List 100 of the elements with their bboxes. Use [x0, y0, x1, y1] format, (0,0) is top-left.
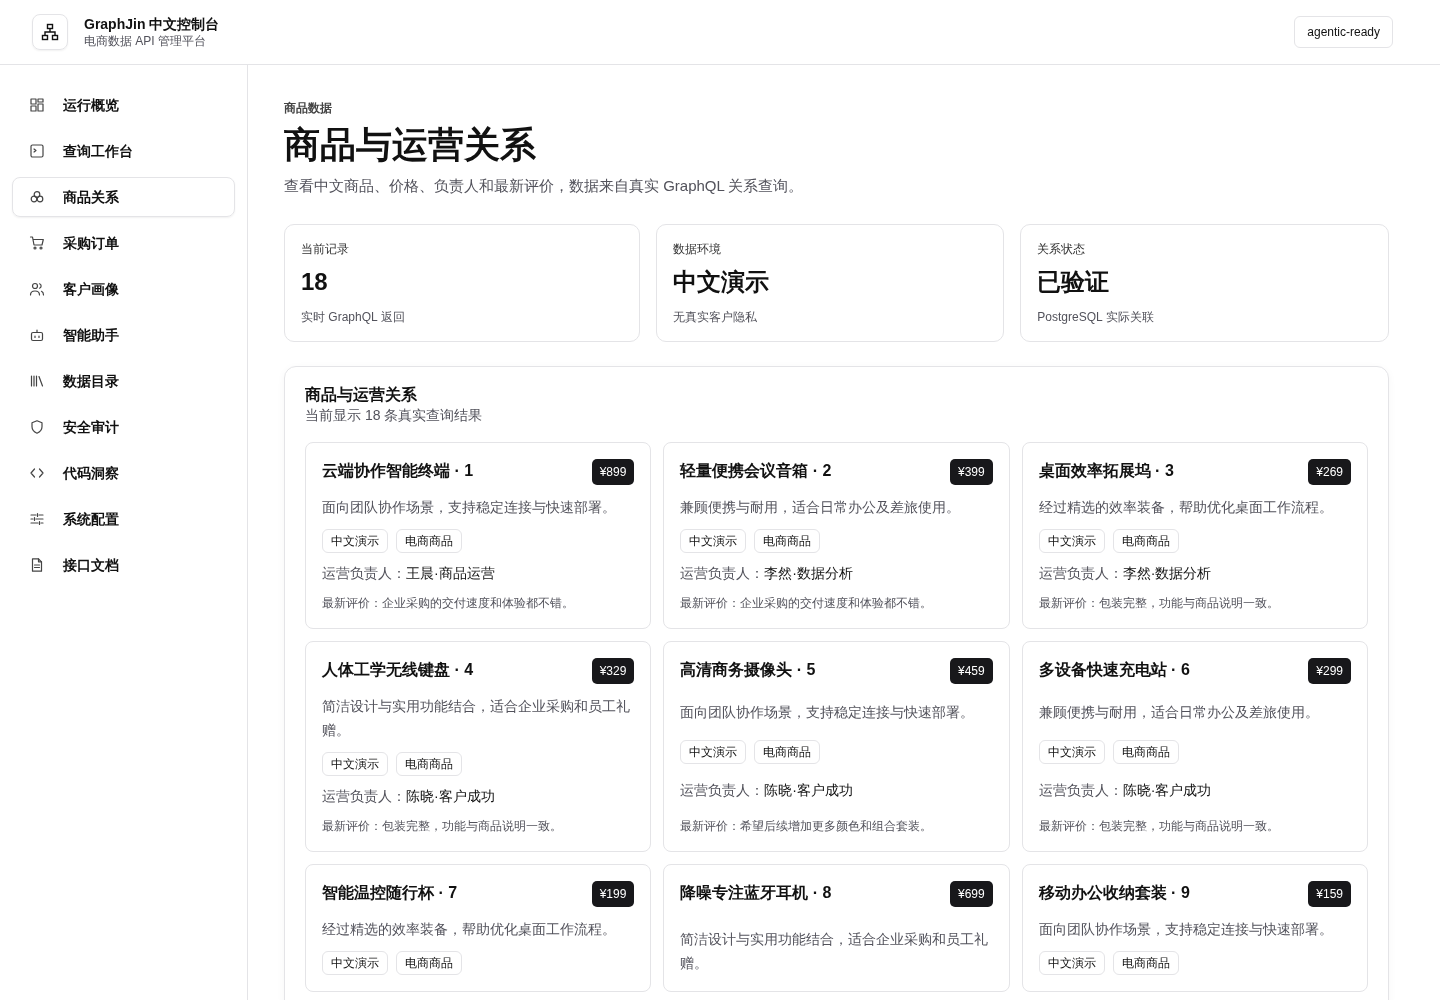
tag: 中文演示 [680, 528, 747, 553]
product-description: 兼顾便携与耐用，适合日常办公及差旅使用。 [1038, 702, 1320, 722]
tag: 电商商品 [396, 528, 462, 553]
product-name: 轻量便携会议音箱 · 2 [680, 460, 832, 481]
library-icon [29, 373, 45, 389]
product-name: 桌面效率拓展坞 · 3 [1038, 460, 1174, 481]
price-tag: ¥699 [949, 880, 993, 907]
shield-icon [29, 419, 45, 435]
panel-subtitle: 当前显示 18 条真实查询结果 [305, 405, 484, 425]
price-tag: ¥299 [1308, 657, 1351, 684]
page-title: 商品与运营关系 [284, 123, 537, 167]
page-description: 查看中文商品、价格、负责人和最新评价，数据来自真实 GraphQL 关系查询。 [284, 176, 805, 196]
owner-name: 陈晓·客户成功 [406, 787, 495, 804]
price-tag: ¥269 [1308, 458, 1351, 485]
owner-label: 运营负责人： [322, 787, 406, 804]
owner-label: 运营负责人： [1038, 781, 1123, 798]
review-text: 最新评价：包装完整，功能与商品说明一致。 [1038, 817, 1280, 835]
review-text: 最新评价：包装完整，功能与商品说明一致。 [1038, 594, 1280, 612]
price-tag: ¥329 [591, 657, 635, 684]
stat-note: 无真实客户隐私 [672, 308, 758, 326]
sidebar-item[interactable]: 智能助手 [12, 315, 235, 355]
eyebrow-text: 商品数据 [284, 100, 333, 117]
app-subtitle: 电商数据 API 管理平台 [84, 33, 207, 49]
sidebar-item[interactable]: 安全审计 [12, 407, 235, 447]
product-description: 面向团队协作场景，支持稳定连接与快速部署。 [1038, 919, 1334, 939]
price-tag: ¥399 [949, 458, 993, 485]
owner-name: 李然·数据分析 [764, 564, 853, 581]
tag: 电商商品 [1112, 950, 1179, 975]
review-text: 最新评价：企业采购的交付速度和体验都不错。 [322, 594, 575, 612]
owner-name: 陈晓·客户成功 [764, 781, 853, 798]
review-text: 最新评价：包装完整，功能与商品说明一致。 [322, 817, 563, 835]
logo-icon [32, 14, 68, 50]
stat-label: 关系状态 [1037, 240, 1087, 258]
tag: 中文演示 [1038, 950, 1105, 975]
product-name: 降噪专注蓝牙耳机 · 8 [680, 882, 832, 903]
document-icon [29, 557, 45, 573]
sidebar-item[interactable]: 查询工作台 [12, 131, 235, 171]
owner-name: 李然·数据分析 [1122, 564, 1212, 581]
status-tag: agentic-ready [1294, 16, 1393, 48]
sidebar-item[interactable]: 商品关系 [12, 177, 235, 217]
sidebar-item[interactable]: 数据目录 [12, 361, 235, 401]
sidebar-item[interactable]: 运行概览 [12, 85, 235, 125]
tag: 中文演示 [1038, 739, 1105, 764]
sidebar-item[interactable]: 客户画像 [12, 269, 235, 309]
product-name: 智能温控随行杯 · 7 [322, 882, 458, 903]
stat-value: 18 [301, 266, 329, 297]
review-text: 最新评价：企业采购的交付速度和体验都不错。 [680, 594, 934, 612]
stat-label: 当前记录 [301, 240, 350, 258]
cart-icon [29, 235, 45, 251]
sliders-icon [29, 511, 45, 527]
panel-title: 商品与运营关系 [305, 384, 418, 405]
sidebar-item[interactable]: 接口文档 [12, 545, 235, 585]
product-description: 面向团队协作场景，支持稳定连接与快速部署。 [680, 702, 976, 722]
sidebar-item[interactable]: 代码洞察 [12, 453, 235, 493]
users-icon [29, 281, 45, 297]
product-name: 移动办公收纳套装 · 9 [1038, 882, 1190, 903]
tag: 中文演示 [680, 739, 747, 764]
tag: 电商商品 [1112, 528, 1179, 553]
grid-icon [29, 97, 45, 113]
owner-name: 王晨·商品运营 [406, 564, 495, 581]
product-name: 云端协作智能终端 · 1 [322, 460, 474, 481]
robot-icon [29, 327, 45, 343]
price-tag: ¥199 [591, 880, 635, 907]
sidebar-item[interactable]: 采购订单 [12, 223, 235, 263]
price-tag: ¥459 [949, 657, 993, 684]
product-name: 高清商务摄像头 · 5 [680, 659, 816, 680]
app-title: GraphJin 中文控制台 [84, 15, 220, 33]
product-description: 兼顾便携与耐用，适合日常办公及差旅使用。 [680, 497, 962, 517]
owner-label: 运营负责人： [680, 781, 765, 798]
owner-label: 运营负责人： [322, 564, 406, 581]
stat-note: 实时 GraphQL 返回 [301, 308, 406, 326]
tag: 电商商品 [396, 751, 462, 776]
product-name: 人体工学无线键盘 · 4 [322, 659, 474, 680]
tag: 中文演示 [1038, 528, 1105, 553]
terminal-icon [29, 143, 45, 159]
stat-value: 中文演示 [672, 266, 770, 297]
product-description: 经过精选的效率装备，帮助优化桌面工作流程。 [1038, 497, 1334, 517]
product-description: 简洁设计与实用功能结合，适合企业采购和员工礼赠。 [322, 696, 631, 740]
circles-icon [29, 189, 45, 205]
price-tag: ¥899 [591, 458, 635, 485]
stat-label: 数据环境 [672, 240, 722, 258]
tag: 电商商品 [754, 739, 821, 764]
price-tag: ¥159 [1308, 880, 1351, 907]
stat-note: PostgreSQL 实际关联 [1037, 308, 1155, 326]
tag: 中文演示 [322, 528, 388, 553]
code-icon [29, 465, 45, 481]
product-description: 简洁设计与实用功能结合，适合企业采购和员工礼赠。 [680, 929, 990, 973]
tag: 电商商品 [1112, 739, 1179, 764]
product-description: 经过精选的效率装备，帮助优化桌面工作流程。 [322, 919, 617, 939]
review-text: 最新评价：希望后续增加更多颜色和组合套装。 [680, 817, 934, 835]
stat-value: 已验证 [1037, 266, 1111, 297]
owner-name: 陈晓·客户成功 [1122, 781, 1212, 798]
product-name: 多设备快速充电站 · 6 [1038, 659, 1190, 680]
owner-label: 运营负责人： [1038, 564, 1123, 581]
sidebar-item[interactable]: 系统配置 [12, 499, 235, 539]
owner-label: 运营负责人： [680, 564, 765, 581]
tag: 中文演示 [322, 950, 388, 975]
product-description: 面向团队协作场景，支持稳定连接与快速部署。 [322, 497, 617, 517]
tag: 电商商品 [754, 528, 821, 553]
tag: 中文演示 [322, 751, 388, 776]
